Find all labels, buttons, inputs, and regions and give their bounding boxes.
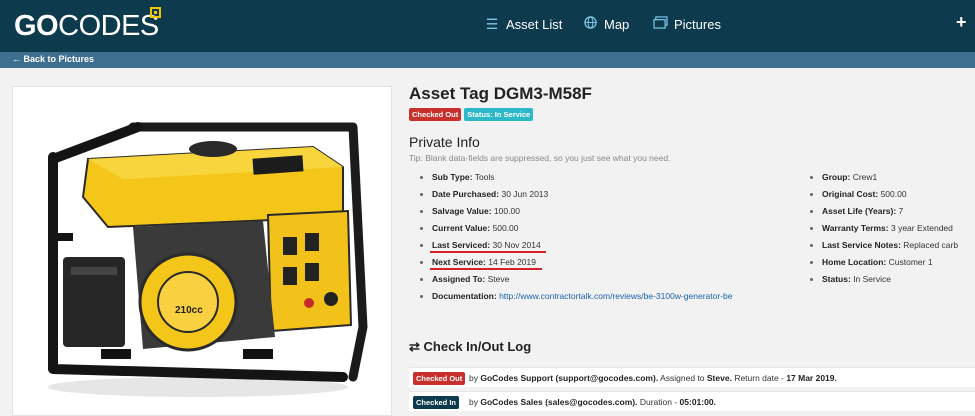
swap-arrows-icon: ⇄ — [409, 339, 420, 354]
field-status: Status: In Service — [810, 274, 891, 284]
log-entry-text: by GoCodes Sales (sales@gocodes.com). Du… — [469, 397, 716, 407]
last-serviced-underline — [430, 251, 546, 253]
field-next-service: Next Service: 14 Feb 2019 — [420, 257, 536, 267]
field-salvage-value: Salvage Value: 100.00 — [420, 206, 520, 216]
check-log-heading-label: Check In/Out Log — [423, 339, 532, 354]
nav-asset-list-label: Asset List — [506, 17, 563, 32]
checked-in-log-badge: Checked In — [413, 396, 460, 409]
field-documentation: Documentation: http://www.contractortalk… — [420, 291, 732, 301]
top-navbar: GOCODES ☰ Asset List Map Pictures + — [0, 0, 975, 52]
field-date-purchased: Date Purchased: 30 Jun 2013 — [420, 189, 548, 199]
checked-out-log-badge: Checked Out — [413, 372, 466, 385]
asset-photo-card: 210cc — [12, 86, 392, 416]
field-home-location: Home Location: Customer 1 — [810, 257, 933, 267]
private-info-tip: Tip: Blank data-fields are suppressed, s… — [409, 153, 671, 163]
back-label: Back to Pictures — [23, 54, 95, 64]
log-row: Checked Out by GoCodes Support (support@… — [409, 367, 975, 387]
pictures-icon — [652, 16, 668, 32]
logo-square-icon — [150, 7, 161, 18]
next-service-underline — [430, 268, 542, 270]
nav-pictures[interactable]: Pictures — [652, 16, 721, 32]
nav-map-label: Map — [604, 16, 630, 32]
private-info-heading: Private Info — [409, 134, 480, 150]
field-asset-life: Asset Life (Years): 7 — [810, 206, 903, 216]
generator-photo[interactable]: 210cc — [13, 87, 391, 415]
field-current-value: Current Value: 500.00 — [420, 223, 518, 233]
gocodes-logo[interactable]: GOCODES — [14, 11, 159, 41]
log-entry-text: by GoCodes Support (support@gocodes.com)… — [469, 373, 837, 383]
field-last-service-notes: Last Service Notes: Replaced carb — [810, 240, 958, 250]
field-assigned-to: Assigned To: Steve — [420, 274, 509, 284]
nav-pictures-label: Pictures — [674, 16, 721, 32]
status-badge: Status: In Service — [464, 108, 534, 121]
checked-out-badge: Checked Out — [409, 108, 462, 121]
svg-text:210cc: 210cc — [175, 305, 203, 316]
globe-icon — [582, 16, 598, 32]
field-sub-type: Sub Type: Tools — [420, 172, 495, 182]
log-row: Checked In by GoCodes Sales (sales@gocod… — [409, 391, 975, 411]
check-log-heading: ⇄ Check In/Out Log — [409, 339, 531, 355]
nav-asset-list[interactable]: ☰ Asset List — [484, 16, 563, 33]
field-original-cost: Original Cost: 500.00 — [810, 189, 907, 199]
back-to-pictures-link[interactable]: ← Back to Pictures — [12, 54, 94, 64]
asset-badges: Checked Out Status: In Service — [409, 108, 534, 121]
field-last-serviced: Last Serviced: 30 Nov 2014 — [420, 240, 541, 250]
documentation-link[interactable]: http://www.contractortalk.com/reviews/be… — [499, 291, 732, 301]
field-warranty-terms: Warranty Terms: 3 year Extended — [810, 223, 953, 233]
nav-map[interactable]: Map — [582, 16, 629, 32]
add-button[interactable]: + — [956, 12, 967, 33]
arrow-left-icon: ← — [12, 54, 21, 64]
asset-title: Asset Tag DGM3-M58F — [409, 84, 592, 103]
field-group: Group: Crew1 — [810, 172, 877, 182]
sub-navbar: ← Back to Pictures — [0, 52, 975, 68]
list-icon: ☰ — [485, 16, 499, 32]
